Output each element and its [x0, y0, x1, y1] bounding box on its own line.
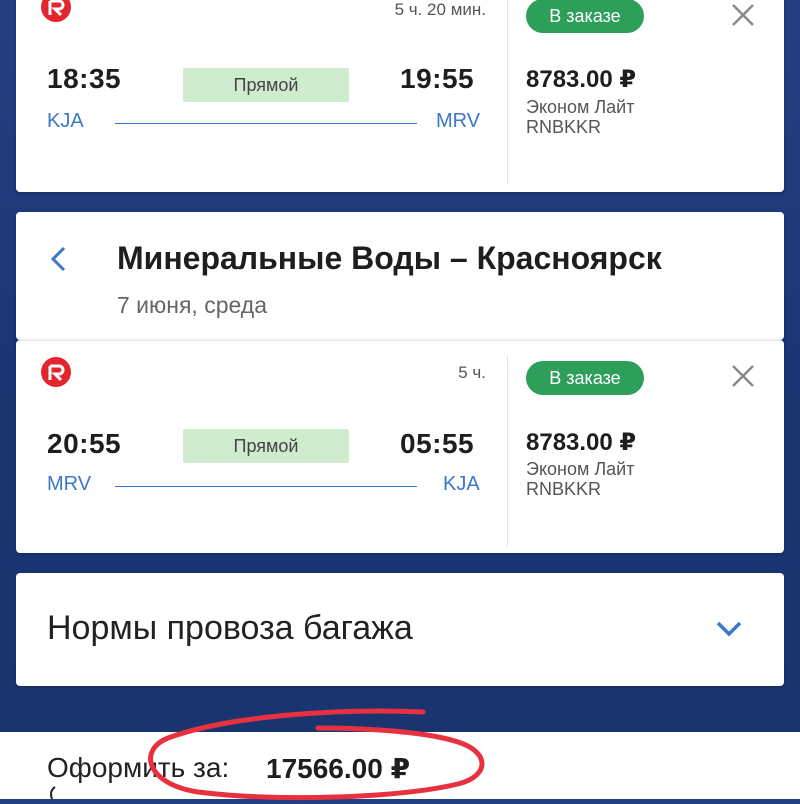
departure-time: 18:35	[47, 63, 122, 94]
chevron-left-icon[interactable]	[44, 242, 74, 276]
arrival-airport-code: MRV	[436, 110, 481, 132]
fare-class: Эконом Лайт	[526, 459, 635, 479]
arrival-time: 19:55	[400, 63, 475, 94]
chevron-down-icon[interactable]	[711, 615, 747, 643]
departure-time: 20:55	[47, 428, 122, 459]
arrival-time: 05:55	[400, 428, 475, 459]
flight-duration: 5 ч. 20 мин.	[394, 0, 486, 19]
airline-logo-icon	[41, 0, 71, 22]
flight-card-outbound: 5 ч. 20 мин. 18:35 Прямой 19:55 KJA MRV …	[16, 0, 784, 192]
card-divider	[507, 355, 508, 547]
checkout-total: 17566.00 ₽	[266, 753, 411, 784]
fare-class: Эконом Лайт	[526, 97, 635, 117]
airline-logo-icon	[41, 357, 71, 387]
route-line	[115, 123, 417, 124]
direct-flight-badge: Прямой	[183, 68, 349, 102]
route-line	[115, 486, 417, 487]
close-icon[interactable]	[726, 359, 760, 393]
ticket-price: 8783.00 ₽	[526, 66, 637, 93]
flight-card-return: 5 ч. 20:55 Прямой 05:55 MRV KJA В заказе…	[16, 340, 784, 553]
route-title: Минеральные Воды – Красноярск	[117, 240, 662, 276]
status-badge: В заказе	[526, 361, 644, 395]
arrival-airport-code: KJA	[443, 473, 480, 495]
route-date: 7 июня, среда	[117, 292, 268, 318]
baggage-rules-title: Нормы провоза багажа	[47, 609, 413, 647]
close-icon[interactable]	[726, 0, 760, 32]
fare-code: RNBKKR	[526, 479, 602, 499]
ticket-price: 8783.00 ₽	[526, 429, 637, 456]
status-badge: В заказе	[526, 0, 644, 33]
return-route-header: Минеральные Воды – Красноярск 7 июня, ср…	[16, 212, 784, 340]
flight-duration: 5 ч.	[458, 363, 486, 382]
fare-code: RNBKKR	[526, 117, 602, 137]
cut-off-text-fragment	[47, 785, 57, 800]
checkout-footer: Оформить за: 17566.00 ₽	[0, 732, 800, 799]
departure-airport-code: KJA	[47, 110, 84, 132]
checkout-label: Оформить за:	[47, 752, 230, 783]
card-divider	[507, 0, 508, 184]
baggage-rules-accordion[interactable]: Нормы провоза багажа	[16, 573, 784, 686]
departure-airport-code: MRV	[47, 473, 92, 495]
direct-flight-badge: Прямой	[183, 429, 349, 463]
